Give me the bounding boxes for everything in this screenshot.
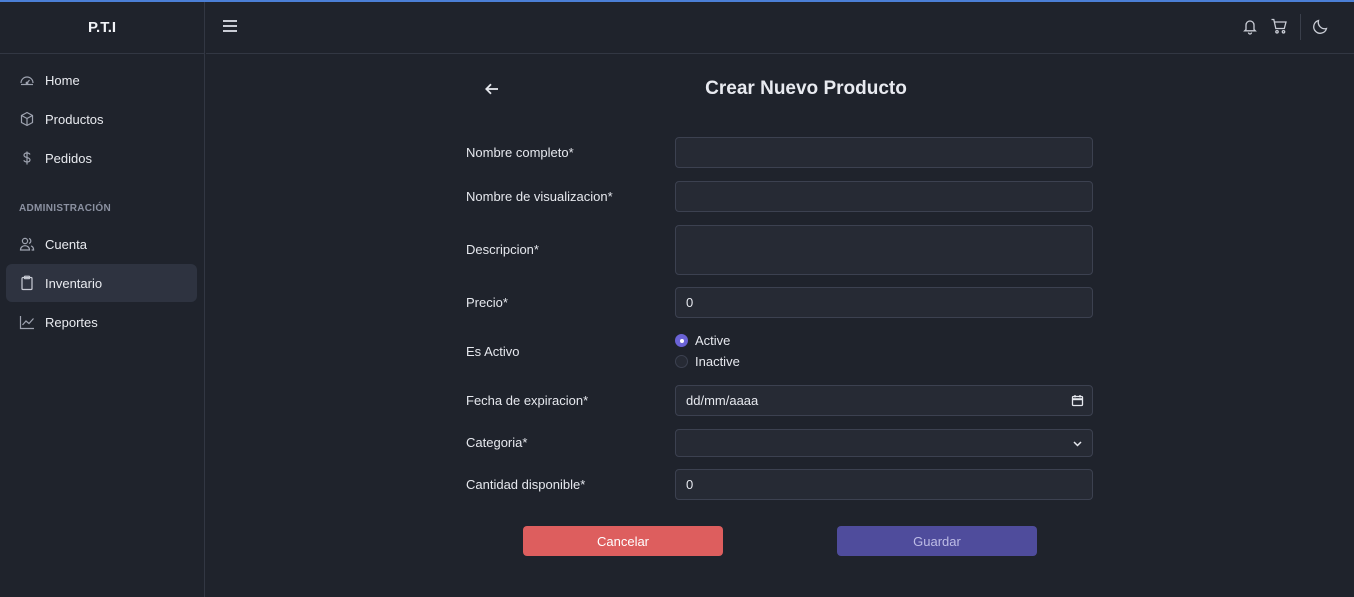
label-precio: Precio* <box>466 295 508 310</box>
calendar-icon[interactable] <box>1071 394 1084 407</box>
sidebar-item-label: Inventario <box>45 275 103 291</box>
radio-active-button[interactable] <box>675 334 688 347</box>
fecha-expiracion-input[interactable]: dd/mm/aaaa <box>675 385 1093 416</box>
descripcion-textarea[interactable] <box>675 225 1093 275</box>
chevron-down-icon <box>1073 441 1082 447</box>
nombre-visualizacion-input[interactable] <box>675 181 1093 212</box>
sidebar-item-label: Home <box>45 72 80 88</box>
box-icon <box>20 111 34 127</box>
cart-icon[interactable] <box>1270 17 1288 35</box>
users-icon <box>19 237 35 251</box>
label-cantidad: Cantidad disponible* <box>466 477 586 492</box>
categoria-select[interactable] <box>675 429 1093 457</box>
nombre-completo-input[interactable] <box>675 137 1093 168</box>
chart-line-icon <box>19 316 34 330</box>
back-arrow-icon[interactable] <box>484 81 500 97</box>
label-descripcion: Descripcion* <box>466 242 539 257</box>
label-es-activo: Es Activo <box>466 344 520 359</box>
fecha-expiracion-value: dd/mm/aaaa <box>686 393 759 408</box>
label-categoria: Categoria* <box>466 435 528 450</box>
sidebar-item-label: Productos <box>45 111 104 127</box>
radio-active-label: Active <box>695 333 731 348</box>
sidebar-item-label: Reportes <box>45 314 98 330</box>
brand-logo[interactable]: P.T.I <box>0 2 204 54</box>
radio-inactive-label: Inactive <box>695 354 740 369</box>
dollar-icon <box>23 151 31 165</box>
label-nombre-completo: Nombre completo* <box>466 145 574 160</box>
sidebar-item-productos[interactable]: Productos <box>6 100 197 138</box>
bell-icon[interactable] <box>1241 17 1259 35</box>
sidebar-item-home[interactable]: Home <box>6 61 197 99</box>
radio-active[interactable]: Active <box>675 333 730 348</box>
moon-icon[interactable] <box>1312 17 1330 35</box>
menu-icon[interactable] <box>223 20 237 34</box>
cantidad-input[interactable]: 0 <box>675 469 1093 500</box>
clipboard-icon <box>21 275 33 291</box>
header-separator <box>1300 14 1301 40</box>
save-button[interactable]: Guardar <box>837 526 1037 556</box>
sidebar-item-inventario[interactable]: Inventario <box>6 264 197 302</box>
sidebar-item-cuenta[interactable]: Cuenta <box>6 225 197 263</box>
main-content: Crear Nuevo Producto Nombre completo* No… <box>206 55 1354 597</box>
section-label-administracion: ADMINISTRACIÓN <box>19 203 111 214</box>
radio-inactive-button[interactable] <box>675 355 688 368</box>
page-title: Crear Nuevo Producto <box>705 78 907 99</box>
cancel-button[interactable]: Cancelar <box>523 526 723 556</box>
sidebar: P.T.I Home Productos Pedidos ADMINISTRAC… <box>0 2 205 597</box>
radio-inactive[interactable]: Inactive <box>675 354 740 369</box>
label-nombre-visualizacion: Nombre de visualizacion* <box>466 189 613 204</box>
dashboard-icon <box>20 76 34 86</box>
label-fecha-expiracion: Fecha de expiracion* <box>466 393 589 408</box>
sidebar-item-label: Pedidos <box>45 150 92 166</box>
sidebar-item-reportes[interactable]: Reportes <box>6 303 197 341</box>
sidebar-item-label: Cuenta <box>45 236 87 252</box>
top-header <box>206 2 1354 54</box>
precio-input[interactable]: 0 <box>675 287 1093 318</box>
sidebar-item-pedidos[interactable]: Pedidos <box>6 139 197 177</box>
